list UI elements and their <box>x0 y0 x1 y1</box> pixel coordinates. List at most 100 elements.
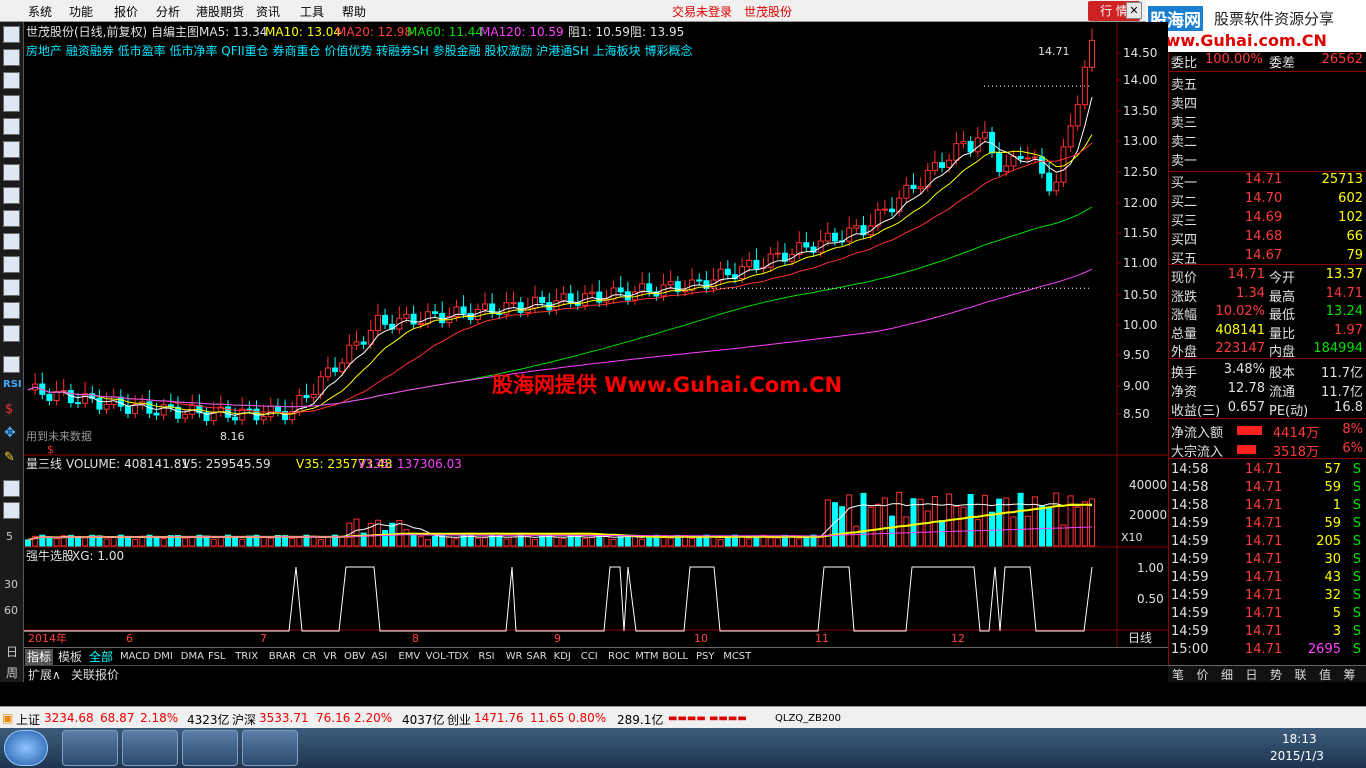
stat-label: 今开 <box>1269 271 1296 286</box>
pencil-icon[interactable]: ✎ <box>4 450 15 465</box>
indicator-tab-mcst[interactable]: MCST <box>721 649 753 665</box>
dollar-icon[interactable]: $ <box>5 402 13 417</box>
menu-analysis[interactable]: 分析 <box>156 3 180 20</box>
right-tab[interactable]: 值 <box>1319 666 1331 683</box>
indicator-tab-cci[interactable]: CCI <box>579 649 600 665</box>
indicator-tab-sar[interactable]: SAR <box>524 649 548 665</box>
arrow-down-icon[interactable] <box>3 72 20 89</box>
ie-icon[interactable] <box>62 730 118 766</box>
indicator-tab-obv[interactable]: OBV <box>342 649 367 665</box>
left-toolbar: RSI $ ✥ ✎ 5 30 60 日 周 <box>0 22 24 682</box>
indicator-tab-dmi[interactable]: DMI <box>152 649 175 665</box>
flow-label: 净流入额 <box>1171 426 1224 441</box>
indicator-tab-psy[interactable]: PSY <box>694 649 717 665</box>
candle-body <box>310 393 317 399</box>
table-icon[interactable] <box>3 187 20 204</box>
indicator-tab-cr[interactable]: CR <box>300 649 318 665</box>
move-icon[interactable]: ✥ <box>4 425 16 441</box>
target-icon[interactable] <box>3 325 20 342</box>
right-tab[interactable]: 细 <box>1221 666 1233 683</box>
sh-index-name[interactable]: 上证 <box>16 711 40 728</box>
start-button-icon[interactable] <box>4 730 48 766</box>
volume-bar <box>1081 501 1088 547</box>
stock-app-icon[interactable] <box>122 730 178 766</box>
arrow-up-icon[interactable] <box>3 49 20 66</box>
arrow-up-icon[interactable] <box>3 26 20 43</box>
ask-row: 卖一 <box>1169 150 1365 169</box>
indicator-tab-boll[interactable]: BOLL <box>660 649 690 665</box>
f10-icon[interactable] <box>3 210 20 227</box>
volume-bar <box>696 536 703 547</box>
candle-body <box>1067 125 1074 148</box>
stat-label: 涨跌 <box>1171 289 1198 305</box>
paint-icon[interactable] <box>242 730 298 766</box>
right-tab[interactable]: 联 <box>1295 666 1307 683</box>
doc-icon[interactable] <box>3 233 20 250</box>
indicator-tab-brar[interactable]: BRAR <box>267 649 298 665</box>
indicator-tab-wr[interactable]: WR <box>504 649 525 665</box>
cy-index-name[interactable]: 创业 <box>447 711 471 728</box>
menu-news[interactable]: 资讯 <box>256 3 280 20</box>
candle-body <box>1031 156 1038 159</box>
week-period[interactable]: 周 <box>6 664 18 681</box>
candle-icon[interactable] <box>3 164 20 181</box>
f5-icon[interactable] <box>3 480 20 497</box>
chart-title: 世茂股份(日线,前复权) 自编主图 <box>26 24 199 39</box>
indicator-tab-vr[interactable]: VR <box>321 649 339 665</box>
indicator-tab-fsl[interactable]: FSL <box>206 649 228 665</box>
indicator-tab-指标[interactable]: 指标 <box>25 649 54 665</box>
volume-bar <box>553 536 560 547</box>
right-tab[interactable]: 筹 <box>1344 666 1356 683</box>
tick-row: 14:58 14.71 1 S <box>1169 498 1365 516</box>
menu-tools[interactable]: 工具 <box>300 3 324 20</box>
indicator-tab-全部[interactable]: 全部 <box>87 649 115 665</box>
report-icon[interactable] <box>3 256 20 273</box>
chart-icon[interactable] <box>3 95 20 112</box>
rsi-icon[interactable]: RSI <box>3 379 22 390</box>
menu-system[interactable]: 系统 <box>28 3 52 20</box>
indicator-tab-模板[interactable]: 模板 <box>56 649 84 665</box>
indicator-tab-asi[interactable]: ASI <box>369 649 389 665</box>
alert-icon[interactable]: ▣ <box>2 711 13 725</box>
right-tab[interactable]: 日 <box>1246 666 1258 683</box>
clock-date[interactable]: 2015/1/3 <box>1270 749 1324 763</box>
period-label[interactable]: 日线 <box>1128 631 1152 645</box>
line-chart-icon[interactable] <box>3 141 20 158</box>
volume-bar <box>846 494 853 547</box>
menu-help[interactable]: 帮助 <box>342 3 366 20</box>
indicator-tab-emv[interactable]: EMV <box>396 649 422 665</box>
clock-time[interactable]: 18:13 <box>1282 732 1317 746</box>
related-quote-tab[interactable]: 关联报价 <box>69 667 121 683</box>
right-tab[interactable]: 势 <box>1270 666 1282 683</box>
day-period[interactable]: 日 <box>6 643 18 660</box>
candle-body <box>767 253 774 268</box>
menu-function[interactable]: 功能 <box>69 3 93 20</box>
right-tab[interactable]: 价 <box>1197 666 1209 683</box>
indicator-tab-rsi[interactable]: RSI <box>476 649 496 665</box>
login-status[interactable]: 交易未登录 <box>672 3 732 20</box>
indicator-tab-mtm[interactable]: MTM <box>633 649 660 665</box>
volume-bar <box>603 535 610 547</box>
layers-icon[interactable] <box>3 302 20 319</box>
notepad-icon[interactable] <box>182 730 238 766</box>
indicator-tab-trix[interactable]: TRIX <box>233 649 260 665</box>
menu-quote[interactable]: 报价 <box>114 3 138 20</box>
right-tab[interactable]: 笔 <box>1172 666 1184 683</box>
refresh-icon[interactable] <box>3 502 20 519</box>
menu-hk-futures[interactable]: 港股期货 <box>196 3 244 20</box>
kline-chart[interactable]: 世茂股份(日线,前复权) 自编主图 MA5: 13.34 MA10: 13.04… <box>24 22 1168 647</box>
indicator-tab-dma[interactable]: DMA <box>179 649 206 665</box>
expand-tab[interactable]: 扩展∧ <box>26 667 63 683</box>
sz-index-name[interactable]: 沪深 <box>232 711 256 728</box>
tick-price: 14.71 <box>1245 606 1283 621</box>
indicator-tab-kdj[interactable]: KDJ <box>552 649 573 665</box>
indicator-tab-macd[interactable]: MACD <box>118 649 152 665</box>
candle-body <box>182 413 189 419</box>
grid-icon[interactable] <box>3 118 20 135</box>
close-icon[interactable]: ✕ <box>1126 2 1142 19</box>
indicator-icon[interactable] <box>3 356 20 373</box>
indicator-tab-vol-tdx[interactable]: VOL-TDX <box>424 649 471 665</box>
candle-body <box>910 184 917 190</box>
f12-icon[interactable] <box>3 279 20 296</box>
indicator-tab-roc[interactable]: ROC <box>606 649 632 665</box>
